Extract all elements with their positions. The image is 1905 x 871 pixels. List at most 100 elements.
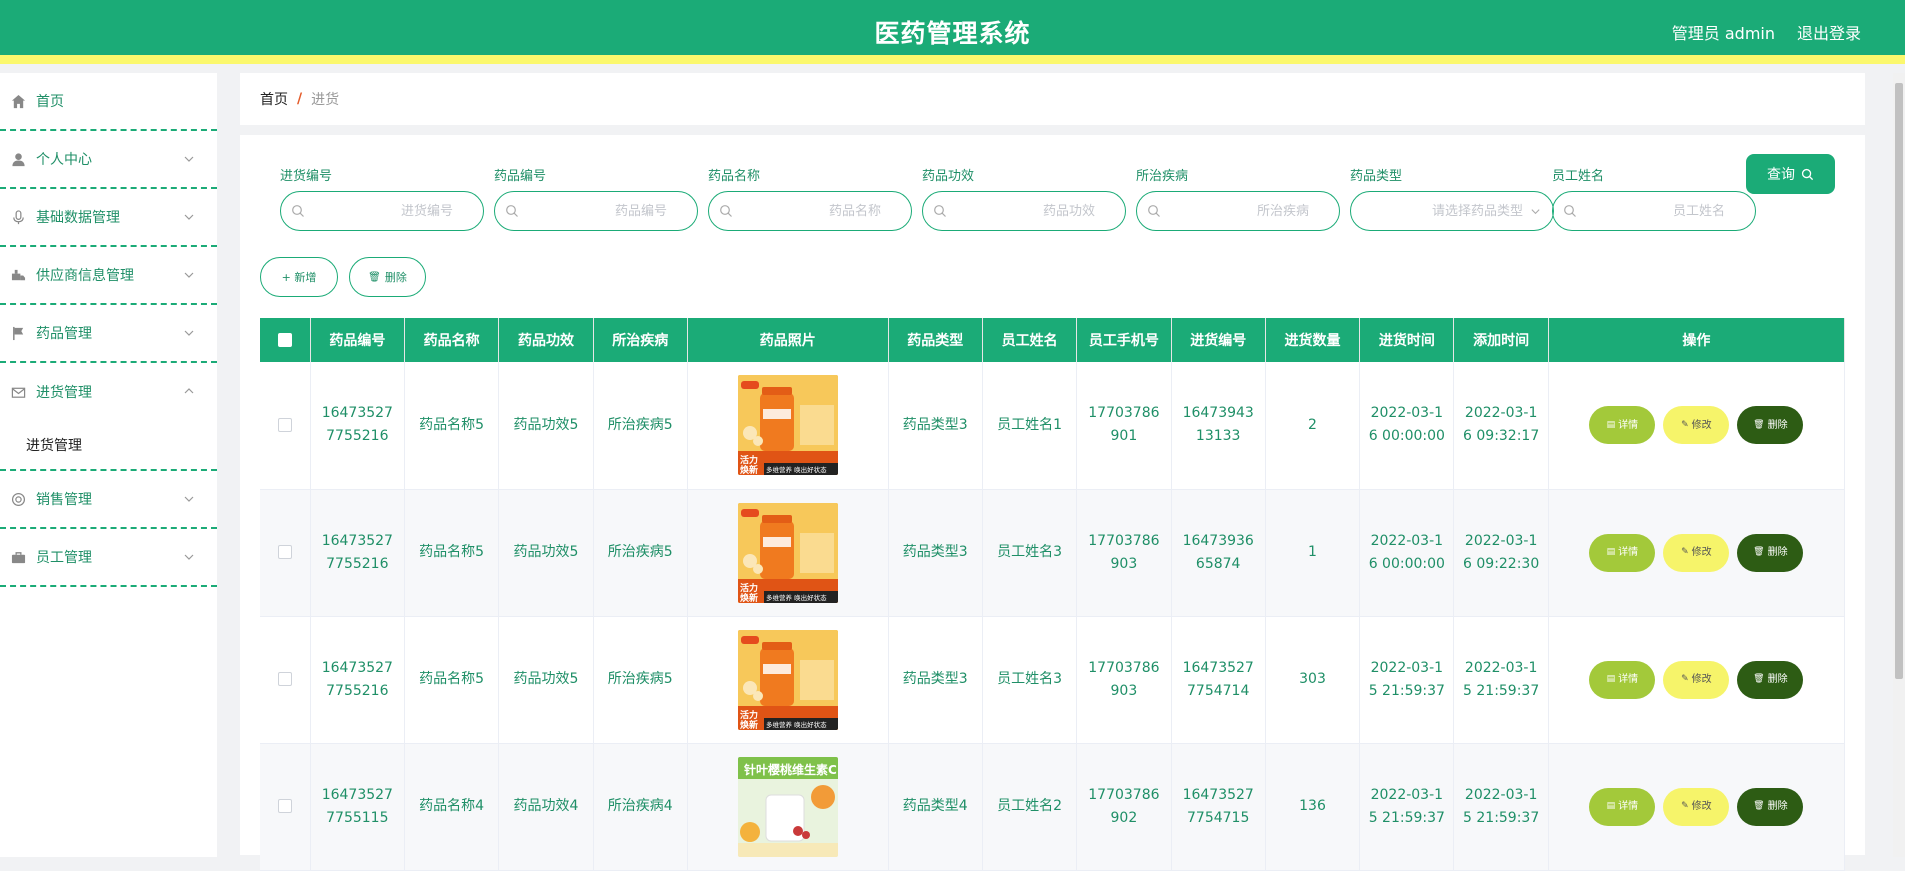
drug-type-select[interactable] [1351, 192, 1553, 230]
column-header[interactable]: 药品功效 [499, 318, 593, 362]
drug-photo[interactable]: 活力焕新多维营养 唤出好状态 [738, 630, 838, 730]
delete-button[interactable]: 🗑删除 [1737, 534, 1803, 572]
staff-name-cell: 员工姓名3 [982, 489, 1076, 616]
document-icon: ▤ [1607, 541, 1616, 564]
disease-cell: 所治疾病4 [593, 743, 687, 870]
purchase-no-input[interactable] [281, 192, 483, 230]
drug-photo[interactable]: 活力焕新多维营养 唤出好状态 [738, 375, 838, 475]
edit-label: 修改 [1692, 795, 1712, 818]
edit-button[interactable]: ✎修改 [1663, 788, 1729, 826]
batch-delete-button[interactable]: 🗑 删除 [349, 257, 426, 297]
drug-type-cell: 药品类型3 [888, 489, 982, 616]
column-header[interactable]: 药品类型 [888, 318, 982, 362]
document-icon: ▤ [1607, 414, 1616, 437]
column-header[interactable]: 药品编号 [310, 318, 404, 362]
column-header[interactable]: 药品名称 [404, 318, 498, 362]
table-row: 16473527 7755115 药品名称4 药品功效4 所治疾病4 针叶樱桃维… [260, 743, 1845, 870]
detail-button[interactable]: ▤详情 [1589, 661, 1655, 699]
trash-icon: 🗑 [1753, 795, 1764, 818]
column-header[interactable]: 进货编号 [1171, 318, 1265, 362]
drug-no-cell: 16473527 7755115 [310, 743, 404, 870]
flag-icon [10, 325, 26, 341]
row-checkbox[interactable] [278, 799, 292, 813]
add-time-cell: 2022-03-1 6 09:22:30 [1454, 489, 1548, 616]
drug-no-input[interactable] [495, 192, 697, 230]
sidebar-item-drug[interactable]: 药品管理 [0, 305, 217, 363]
drug-photo-cell: 针叶樱桃维生素C [687, 743, 888, 870]
page-scrollbar[interactable] [1893, 73, 1905, 857]
table-row: 16473527 7755216 药品名称5 药品功效5 所治疾病5 活力焕新多… [260, 616, 1845, 743]
delete-label: 删除 [1768, 414, 1788, 437]
delete-label: 删除 [1768, 795, 1788, 818]
detail-button[interactable]: ▤详情 [1589, 788, 1655, 826]
drug-effect-input[interactable] [923, 192, 1125, 230]
edit-button[interactable]: ✎修改 [1663, 534, 1729, 572]
sidebar-item-label: 药品管理 [36, 323, 92, 343]
staff-name-input[interactable] [1553, 192, 1755, 230]
sidebar-item-sales[interactable]: 销售管理 [0, 471, 217, 529]
drug-name-input[interactable] [709, 192, 911, 230]
sidebar-item-purchase[interactable]: 进货管理 [0, 363, 217, 421]
delete-button[interactable]: 🗑删除 [1737, 406, 1803, 444]
sidebar-item-home[interactable]: 首页 [0, 73, 217, 131]
disease-cell: 所治疾病5 [593, 616, 687, 743]
breadcrumb-home[interactable]: 首页 [260, 89, 288, 109]
filter-label: 药品类型 [1350, 165, 1554, 181]
operations-cell: ▤详情 ✎修改 🗑删除 [1548, 743, 1844, 870]
sidebar-item-label: 销售管理 [36, 489, 92, 509]
row-checkbox[interactable] [278, 418, 292, 432]
delete-button[interactable]: 🗑删除 [1737, 661, 1803, 699]
filter-drug-no: 药品编号 [494, 165, 698, 231]
sidebar-subitem-purchase-management[interactable]: 进货管理 [0, 421, 217, 471]
search-filters: 进货编号 药品编号 药品名称 药品功效 所治疾病 药品类型 [260, 135, 1845, 283]
svg-text:多维营养 唤出好状态: 多维营养 唤出好状态 [766, 465, 827, 474]
sidebar-item-personal-center[interactable]: 个人中心 [0, 131, 217, 189]
drug-photo[interactable]: 针叶樱桃维生素C [738, 757, 838, 857]
row-checkbox[interactable] [278, 672, 292, 686]
top-header: 医药管理系统 管理员 admin 退出登录 [0, 0, 1905, 64]
edit-button[interactable]: ✎修改 [1663, 406, 1729, 444]
drug-photo[interactable]: 活力焕新多维营养 唤出好状态 [738, 503, 838, 603]
detail-button[interactable]: ▤详情 [1589, 534, 1655, 572]
column-header[interactable]: 员工手机号 [1077, 318, 1171, 362]
scrollbar-thumb[interactable] [1895, 83, 1903, 679]
column-header[interactable]: 进货数量 [1265, 318, 1359, 362]
filter-drug-name: 药品名称 [708, 165, 912, 231]
sidebar: 首页 个人中心 基础数据管理 供应商信息管理 药品管理 进货管理 进货管理 销售… [0, 73, 217, 857]
disease-input[interactable] [1137, 192, 1339, 230]
filter-drug-effect: 药品功效 [922, 165, 1126, 231]
sidebar-item-staff[interactable]: 员工管理 [0, 529, 217, 587]
document-icon: ▤ [1607, 795, 1616, 818]
breadcrumb: 首页 / 进货 [240, 73, 1865, 125]
logout-link[interactable]: 退出登录 [1797, 20, 1861, 44]
svg-text:焕新: 焕新 [740, 592, 758, 603]
chevron-down-icon [1530, 206, 1541, 217]
content-panel: 进货编号 药品编号 药品名称 药品功效 所治疾病 药品类型 [240, 135, 1865, 855]
purchase-time-cell: 2022-03-1 5 21:59:37 [1360, 616, 1454, 743]
edit-button[interactable]: ✎修改 [1663, 661, 1729, 699]
filter-drug-type: 药品类型 [1350, 165, 1554, 231]
detail-button[interactable]: ▤详情 [1589, 406, 1655, 444]
sidebar-item-supplier[interactable]: 供应商信息管理 [0, 247, 217, 305]
add-button[interactable]: + 新增 [260, 257, 338, 297]
chevron-down-icon [183, 211, 195, 223]
microphone-icon [10, 209, 26, 225]
column-header: 药品照片 [687, 318, 888, 362]
delete-button[interactable]: 🗑删除 [1737, 788, 1803, 826]
column-header[interactable]: 员工姓名 [982, 318, 1076, 362]
pencil-icon: ✎ [1681, 414, 1689, 437]
drug-type-cell: 药品类型4 [888, 743, 982, 870]
row-checkbox[interactable] [278, 545, 292, 559]
document-icon: ▤ [1607, 668, 1616, 691]
purchase-time-cell: 2022-03-1 6 00:00:00 [1360, 489, 1454, 616]
column-header[interactable]: 添加时间 [1454, 318, 1548, 362]
operations-cell: ▤详情 ✎修改 🗑删除 [1548, 489, 1844, 616]
column-header[interactable]: 所治疾病 [593, 318, 687, 362]
query-button[interactable]: 查询 [1746, 154, 1835, 194]
column-header[interactable]: 进货时间 [1360, 318, 1454, 362]
sidebar-item-basic-data[interactable]: 基础数据管理 [0, 189, 217, 247]
staff-phone-cell: 17703786 903 [1077, 616, 1171, 743]
table-row: 16473527 7755216 药品名称5 药品功效5 所治疾病5 活力焕新多… [260, 489, 1845, 616]
select-all-checkbox[interactable] [278, 333, 292, 347]
row-select-cell [260, 489, 310, 616]
